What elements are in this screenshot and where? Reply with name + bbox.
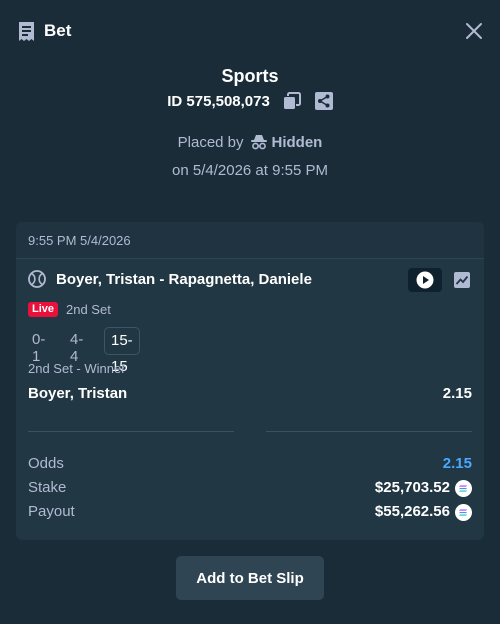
payout-value: $55,262.56 <box>374 503 450 520</box>
add-to-bet-slip-button[interactable]: Add to Bet Slip <box>176 556 324 600</box>
stake-value: $25,703.52 <box>374 479 450 496</box>
play-icon <box>416 271 434 289</box>
tennis-ball-icon <box>28 270 46 288</box>
payout-label: Payout <box>28 503 75 520</box>
modal-title: Bet <box>44 21 72 40</box>
score-points: 15-15 <box>104 327 140 375</box>
current-period: 2nd Set <box>66 302 111 317</box>
match-title[interactable]: Boyer, Tristan - Rapagnetta, Daniele <box>56 271 312 288</box>
live-stream-button[interactable] <box>408 268 442 292</box>
bet-timestamp-bar: 9:55 PM 5/4/2026 <box>16 222 484 259</box>
close-icon[interactable] <box>464 21 484 41</box>
selection-row: Boyer, Tristan 2.15 <box>28 385 472 405</box>
bet-id-value: 575,508,073 <box>186 92 270 110</box>
placed-on: on 5/4/2026 at 9:55 PM <box>172 162 328 179</box>
selection-name: Boyer, Tristan <box>28 385 128 402</box>
placed-by-user: Hidden <box>271 134 323 151</box>
score-sets: 0-1 <box>32 331 46 365</box>
odds-row: Odds 2.15 <box>28 455 472 479</box>
odds-value: 2.15 <box>442 455 472 472</box>
sport-title: Sports <box>221 66 279 86</box>
stats-chart-icon[interactable] <box>452 270 472 290</box>
score-games: 4-4 <box>70 331 84 365</box>
bet-totals: Odds 2.15 Stake $25,703.52 Payout $55,26… <box>28 455 472 527</box>
stake-label: Stake <box>28 479 67 496</box>
stake-row: Stake $25,703.52 <box>28 479 472 503</box>
market-name: 2nd Set - Winner <box>28 361 126 376</box>
bet-slip-icon <box>19 22 34 41</box>
bet-id-label: ID <box>167 92 183 110</box>
incognito-icon <box>250 135 267 150</box>
placed-by-label: Placed by <box>177 134 244 151</box>
selection-odds: 2.15 <box>442 385 472 402</box>
placed-by: Placed by Hidden <box>0 134 500 151</box>
divider <box>28 431 234 432</box>
odds-label: Odds <box>28 455 64 472</box>
bet-card: 9:55 PM 5/4/2026 Boyer, Tristan - Rapagn… <box>16 222 484 540</box>
modal-header: Bet <box>0 0 500 62</box>
solana-coin-icon <box>455 504 472 521</box>
live-badge: Live <box>28 302 59 317</box>
share-icon[interactable] <box>314 92 333 110</box>
solana-coin-icon <box>455 480 472 497</box>
divider <box>266 431 472 432</box>
payout-row: Payout $55,262.56 <box>28 503 472 527</box>
copy-icon[interactable] <box>283 92 302 110</box>
match-row: Boyer, Tristan - Rapagnetta, Daniele <box>28 268 474 294</box>
bet-timestamp: 9:55 PM 5/4/2026 <box>28 233 131 248</box>
bet-id-row: ID 575,508,073 <box>0 92 500 114</box>
